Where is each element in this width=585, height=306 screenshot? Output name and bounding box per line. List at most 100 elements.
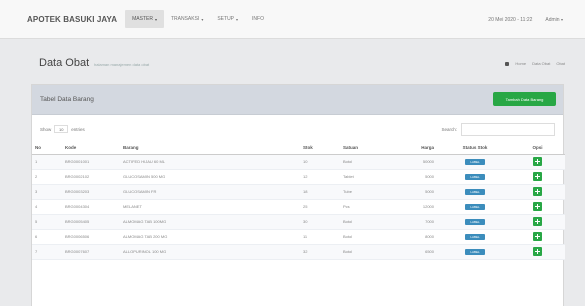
cell-stok: 30	[300, 214, 340, 230]
cell-status-stok: LABEL	[440, 229, 510, 245]
status-badge: LABEL	[465, 188, 485, 195]
page-size-control: Show 10 entries	[40, 125, 85, 133]
cell-kode: BRG0006506	[62, 229, 120, 245]
cell-harga: 5000	[390, 169, 440, 185]
cell-satuan: Tube	[340, 184, 390, 200]
cell-satuan: Botol	[340, 244, 390, 260]
cell-kode: BRG0005405	[62, 214, 120, 230]
add-item-button[interactable]: Tambah Data Barang	[493, 92, 556, 106]
datetime-display: 20 Mei 2020 - 11:22	[488, 16, 533, 23]
cell-satuan: Botol	[340, 154, 390, 170]
cell-status-stok: LABEL	[440, 214, 510, 230]
cell-harga: 8000	[390, 229, 440, 245]
table-controls: Show 10 entries Search:	[32, 115, 563, 141]
menu-transaksi[interactable]: TRANSAKSI ▾	[164, 10, 210, 28]
col-barang[interactable]: Barang	[120, 141, 300, 155]
status-badge: LABEL	[465, 248, 485, 255]
breadcrumb-obat: Obat	[556, 61, 565, 66]
nav-right: 20 Mei 2020 - 11:22 Admin ▾	[488, 0, 563, 39]
menu-setup[interactable]: SETUP ▾	[210, 10, 245, 28]
menu-info[interactable]: INFO	[245, 10, 271, 28]
plus-icon[interactable]	[533, 232, 542, 241]
main-menu: MASTER ▾ TRANSAKSI ▾ SETUP ▾ INFO	[125, 10, 271, 28]
plus-icon[interactable]	[533, 157, 542, 166]
page-title: Data Obat	[39, 57, 90, 69]
cell-no: 7	[32, 244, 62, 260]
cell-opsi	[510, 184, 565, 200]
cell-stok: 12	[300, 169, 340, 185]
home-icon	[505, 61, 510, 66]
menu-setup-label: SETUP	[217, 16, 235, 22]
brand-logo[interactable]: APOTEK BASUKI JAYA	[27, 15, 117, 24]
caret-down-icon: ▾	[201, 16, 204, 22]
cell-no: 3	[32, 184, 62, 200]
col-harga[interactable]: Harga	[390, 141, 440, 155]
status-badge: LABEL	[465, 158, 485, 165]
cell-opsi	[510, 229, 565, 245]
plus-icon[interactable]	[533, 187, 542, 196]
page-size-value: 10	[59, 126, 64, 132]
cell-no: 2	[32, 169, 62, 185]
cell-harga: 6500	[390, 244, 440, 260]
cell-opsi	[510, 244, 565, 260]
table-row: 5 BRG0005405 ALMOMAG TAB 100MG 30 Botol 7000 L…	[32, 214, 565, 230]
cell-kode: BRG0007607	[62, 244, 120, 260]
cell-stok: 18	[300, 184, 340, 200]
col-status-stok[interactable]: Status Stok	[440, 141, 510, 155]
caret-down-icon: ▾	[560, 16, 563, 22]
search-label: Search:	[441, 127, 457, 132]
menu-info-label: INFO	[252, 16, 264, 22]
cell-stok: 10	[300, 154, 340, 170]
col-stok[interactable]: Stok	[300, 141, 340, 155]
user-menu[interactable]: Admin ▾	[545, 17, 563, 23]
cell-barang: ALLOPURINOL 100 MG	[120, 244, 300, 260]
status-badge: LABEL	[465, 203, 485, 210]
cell-no: 1	[32, 154, 62, 170]
cell-opsi	[510, 199, 565, 215]
panel-title: Tabel Data Barang	[40, 96, 94, 103]
cell-harga: 12000	[390, 199, 440, 215]
plus-icon[interactable]	[533, 247, 542, 256]
status-badge: LABEL	[465, 218, 485, 225]
plus-icon[interactable]	[533, 172, 542, 181]
cell-opsi	[510, 154, 565, 170]
cell-no: 5	[32, 214, 62, 230]
table-row: 2 BRG0002102 GLUCOSAMIN 500 MG 12 Tablet 5000…	[32, 169, 565, 185]
cell-no: 6	[32, 229, 62, 245]
cell-status-stok: LABEL	[440, 154, 510, 170]
breadcrumb-home[interactable]: Home	[515, 61, 526, 66]
table-row: 6 BRG0006506 ALMOMAG TAB 200 MG 11 Botol 8000…	[32, 229, 565, 245]
caret-down-icon: ▾	[236, 16, 239, 22]
cell-satuan: Botol	[340, 229, 390, 245]
cell-opsi	[510, 214, 565, 230]
cell-stok: 11	[300, 229, 340, 245]
page-header: Data Obat halaman manajemen data obat Ho…	[39, 53, 565, 77]
page-size-select[interactable]: 10	[54, 125, 69, 133]
table-body: 1 BRG0001001 ACTIFED HIJAU 60 ML 10 Botol 500…	[32, 154, 565, 260]
cell-harga: 5000	[390, 184, 440, 200]
cell-status-stok: LABEL	[440, 169, 510, 185]
col-opsi[interactable]: Opsi	[510, 141, 565, 155]
caret-down-icon: ▾	[154, 16, 157, 22]
status-badge: LABEL	[465, 173, 485, 180]
menu-master[interactable]: MASTER ▾	[125, 10, 164, 28]
cell-kode: BRG0001001	[62, 154, 120, 170]
page-subtitle: halaman manajemen data obat	[94, 62, 150, 67]
search-input[interactable]	[461, 123, 555, 136]
cell-barang: MELANET	[120, 199, 300, 215]
cell-barang: ALMOMAG TAB 100MG	[120, 214, 300, 230]
cell-no: 4	[32, 199, 62, 215]
col-satuan[interactable]: Satuan	[340, 141, 390, 155]
menu-master-label: MASTER	[132, 16, 153, 22]
cell-barang: ACTIFED HIJAU 60 ML	[120, 154, 300, 170]
plus-icon[interactable]	[533, 202, 542, 211]
search-control: Search:	[441, 123, 555, 136]
breadcrumb-data-obat[interactable]: Data Obat	[532, 61, 550, 66]
cell-stok: 32	[300, 244, 340, 260]
cell-status-stok: LABEL	[440, 199, 510, 215]
col-kode[interactable]: Kode	[62, 141, 120, 155]
cell-harga: 50000	[390, 154, 440, 170]
plus-icon[interactable]	[533, 217, 542, 226]
col-no[interactable]: No	[32, 141, 62, 155]
table-row: 3 BRG0003203 GLUCOSAMIN FR 18 Tube 5000 LABEL	[32, 184, 565, 200]
